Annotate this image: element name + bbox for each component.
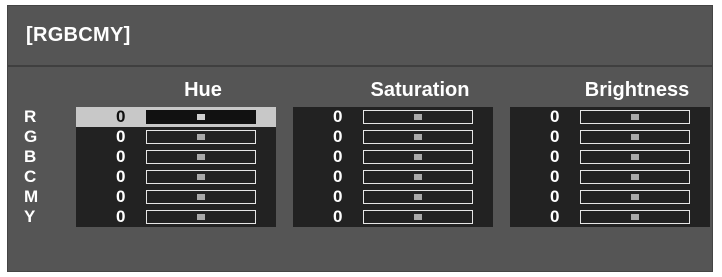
b-brightness-value: 0	[550, 147, 560, 166]
r-hue-track[interactable]	[146, 110, 256, 124]
c-hue-knob[interactable]	[197, 174, 205, 180]
r-brightness-track[interactable]	[580, 110, 690, 124]
c-saturation-track[interactable]	[363, 170, 473, 184]
c-saturation-knob[interactable]	[414, 174, 422, 180]
b-saturation-slider[interactable]: 0	[293, 147, 493, 167]
panel-title-bar: [RGBCMY]	[8, 6, 712, 67]
c-brightness-track[interactable]	[580, 170, 690, 184]
b-saturation-value: 0	[333, 147, 343, 166]
y-hue-track[interactable]	[146, 210, 256, 224]
c-saturation-slider[interactable]: 0	[293, 167, 493, 187]
y-brightness-track[interactable]	[580, 210, 690, 224]
y-saturation-slider[interactable]: 0	[293, 207, 493, 227]
g-saturation-slider[interactable]: 0	[293, 127, 493, 147]
b-brightness-slider[interactable]: 0	[510, 147, 710, 167]
row-label-r: R	[24, 107, 37, 126]
m-saturation-knob[interactable]	[414, 194, 422, 200]
r-saturation-track[interactable]	[363, 110, 473, 124]
r-hue-knob[interactable]	[197, 114, 205, 120]
c-saturation-value: 0	[333, 167, 343, 186]
c-brightness-slider[interactable]: 0	[510, 167, 710, 187]
g-hue-knob[interactable]	[197, 134, 205, 140]
g-brightness-track[interactable]	[580, 130, 690, 144]
m-hue-track[interactable]	[146, 190, 256, 204]
row-label-g: G	[24, 127, 38, 146]
g-brightness-slider[interactable]: 0	[510, 127, 710, 147]
g-saturation-value: 0	[333, 127, 343, 146]
g-saturation-track[interactable]	[363, 130, 473, 144]
panel-title: [RGBCMY]	[26, 24, 131, 46]
row-label-m: M	[24, 187, 39, 206]
y-hue-value: 0	[116, 207, 126, 226]
row-label-c: C	[24, 167, 37, 186]
c-brightness-knob[interactable]	[631, 174, 639, 180]
y-hue-slider[interactable]: 0	[76, 207, 276, 227]
y-saturation-knob[interactable]	[414, 214, 422, 220]
y-brightness-slider[interactable]: 0	[510, 207, 710, 227]
y-saturation-track[interactable]	[363, 210, 473, 224]
g-brightness-knob[interactable]	[631, 134, 639, 140]
m-hue-slider[interactable]: 0	[76, 187, 276, 207]
g-saturation-knob[interactable]	[414, 134, 422, 140]
b-hue-track[interactable]	[146, 150, 256, 164]
b-hue-value: 0	[116, 147, 126, 166]
g-hue-value: 0	[116, 127, 126, 146]
m-brightness-value: 0	[550, 187, 560, 206]
m-hue-value: 0	[116, 187, 126, 206]
b-hue-knob[interactable]	[197, 154, 205, 160]
c-hue-value: 0	[116, 167, 126, 186]
row-label-b: B	[24, 147, 37, 166]
r-brightness-slider[interactable]: 0	[510, 107, 710, 127]
r-saturation-slider[interactable]: 0	[293, 107, 493, 127]
g-hue-slider[interactable]: 0	[76, 127, 276, 147]
m-hue-knob[interactable]	[197, 194, 205, 200]
c-brightness-value: 0	[550, 167, 560, 186]
g-brightness-value: 0	[550, 127, 560, 146]
column-header-saturation: Saturation	[370, 79, 470, 101]
m-saturation-track[interactable]	[363, 190, 473, 204]
m-saturation-value: 0	[333, 187, 343, 206]
b-saturation-track[interactable]	[363, 150, 473, 164]
g-hue-track[interactable]	[146, 130, 256, 144]
m-brightness-slider[interactable]: 0	[510, 187, 710, 207]
b-brightness-track[interactable]	[580, 150, 690, 164]
r-hue-value: 0	[116, 107, 126, 126]
row-label-y: Y	[24, 207, 36, 226]
y-brightness-value: 0	[550, 207, 560, 226]
r-saturation-knob[interactable]	[414, 114, 422, 120]
m-brightness-track[interactable]	[580, 190, 690, 204]
m-brightness-knob[interactable]	[631, 194, 639, 200]
r-brightness-value: 0	[550, 107, 560, 126]
b-hue-slider[interactable]: 0	[76, 147, 276, 167]
rgbcmy-panel: [RGBCMY] Hue Saturation Brightness R000G…	[7, 5, 713, 272]
y-brightness-knob[interactable]	[631, 214, 639, 220]
y-hue-knob[interactable]	[197, 214, 205, 220]
c-hue-track[interactable]	[146, 170, 256, 184]
r-hue-slider[interactable]: 0	[76, 107, 276, 127]
r-saturation-value: 0	[333, 107, 343, 126]
c-hue-slider[interactable]: 0	[76, 167, 276, 187]
b-brightness-knob[interactable]	[631, 154, 639, 160]
column-header-brightness: Brightness	[584, 79, 690, 101]
r-brightness-knob[interactable]	[631, 114, 639, 120]
m-saturation-slider[interactable]: 0	[293, 187, 493, 207]
y-saturation-value: 0	[333, 207, 343, 226]
b-saturation-knob[interactable]	[414, 154, 422, 160]
column-header-hue: Hue	[184, 79, 222, 101]
